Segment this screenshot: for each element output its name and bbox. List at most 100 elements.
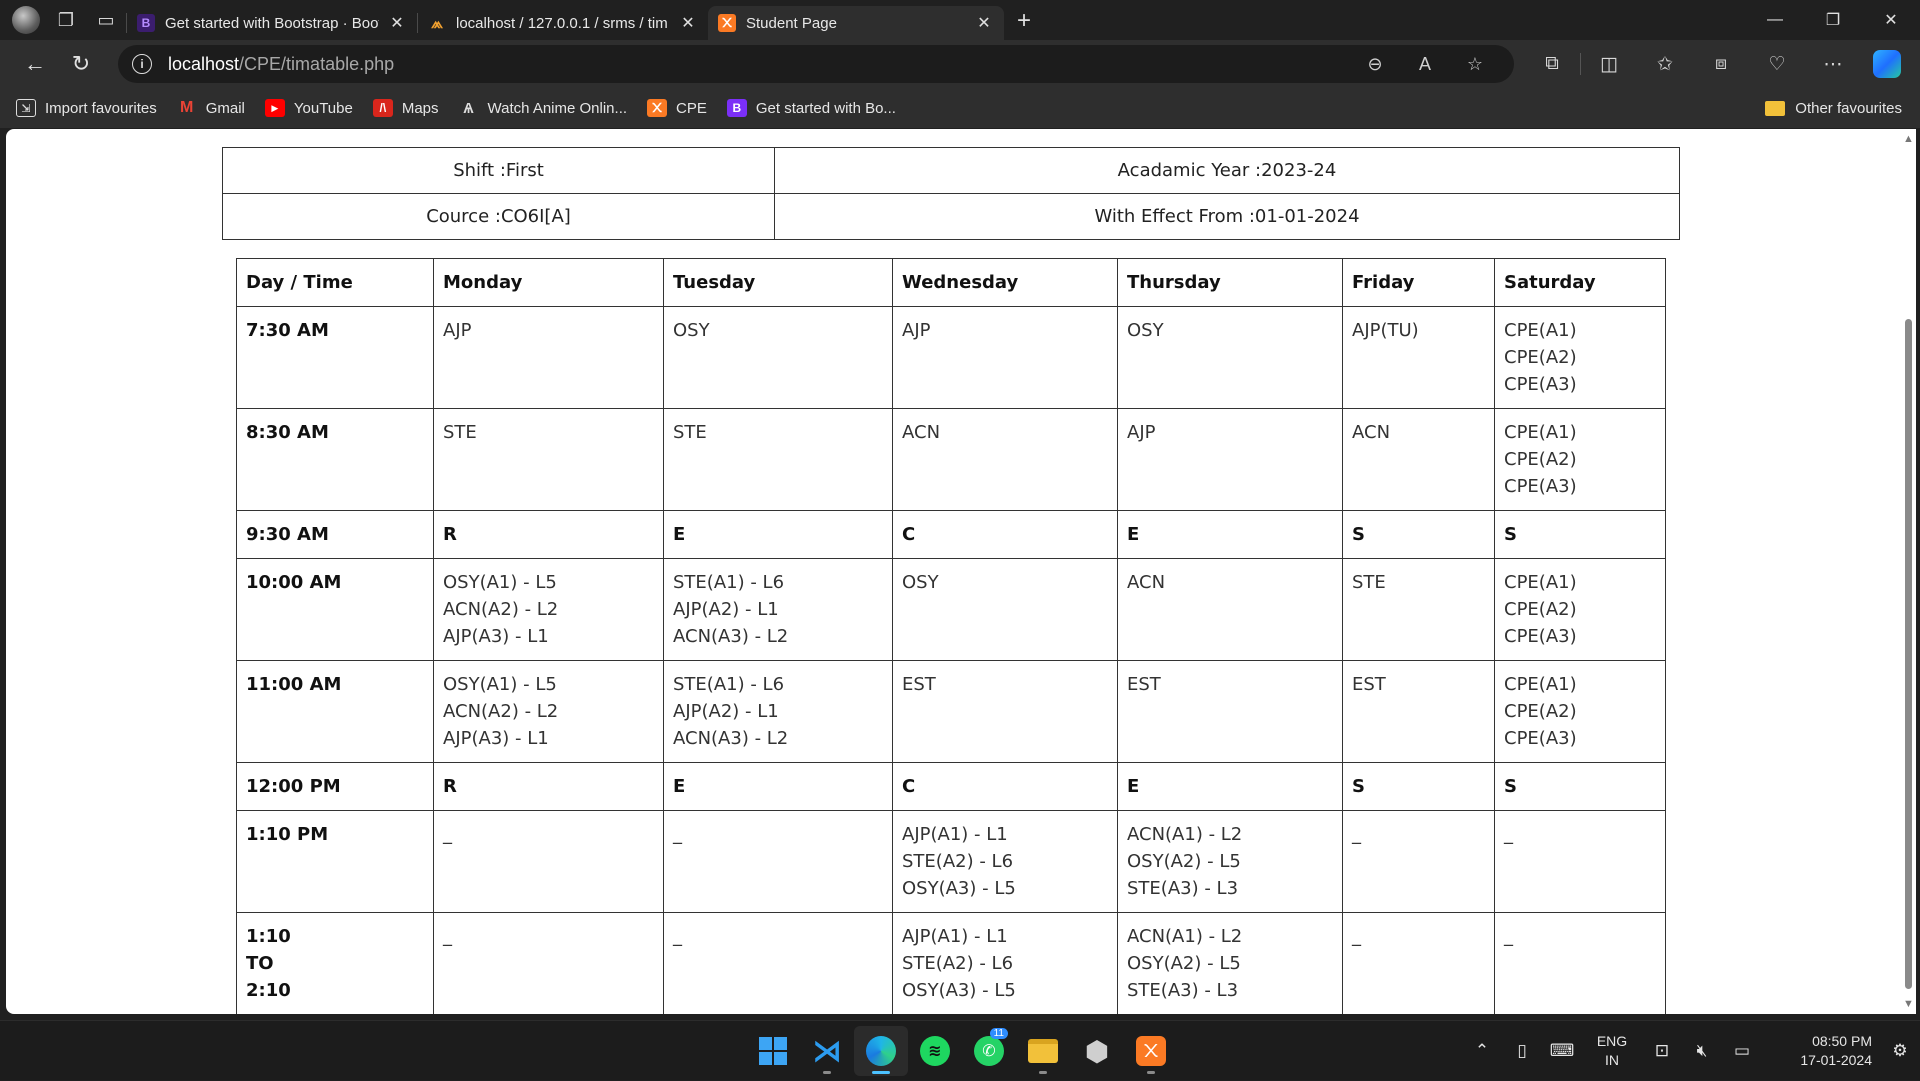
site-info-icon[interactable]: i — [132, 54, 152, 74]
timetable-body: 7:30 AM AJP OSY AJP OSY AJP(TU) CPE(A1) CPE(A2)… — [236, 306, 1666, 1014]
time-label: 2:10 — [246, 980, 291, 1001]
tab-actions-icon[interactable]: ▭ — [86, 0, 126, 40]
cell-wednesday: EST — [892, 660, 1118, 763]
timetable-row: 1:10 PM _ _ AJP(A1) - L1 STE(A2) - L6 OSY(A3)… — [236, 810, 1666, 913]
cell-wednesday: AJP(A1) - L1 STE(A2) - L6 OSY(A3) - L5 — [892, 912, 1118, 1014]
timetable-row: 11:00 AM OSY(A1) - L5 ACN(A2) - L2 AJP(A3) … — [236, 660, 1666, 763]
system-tray: ⌃ ▯ ⌨ ENG IN ⊡ 🔇︎ ▭ 08:50 PM 17-01-2024 ⚙ — [1462, 1021, 1920, 1081]
other-favourites[interactable]: Other favourites — [1765, 88, 1902, 128]
collections-icon[interactable]: ⧈ — [1693, 44, 1749, 84]
close-window-icon[interactable]: ✕ — [1862, 0, 1920, 40]
favourite-bootstrap[interactable]: B Get started with Bo... — [726, 99, 896, 117]
file-explorer-app[interactable] — [1016, 1026, 1070, 1076]
cell-friday: STE — [1342, 558, 1495, 661]
header-wednesday: Wednesday — [892, 258, 1118, 307]
cell-saturday: _ — [1494, 912, 1666, 1014]
extensions-icon[interactable]: ⧉ — [1524, 44, 1580, 84]
tab-bootstrap[interactable]: B Get started with Bootstrap · Boot ✕ — [127, 6, 417, 40]
close-tab-icon[interactable]: ✕ — [678, 13, 698, 33]
time-cell: 1:10 PM — [236, 810, 434, 913]
subject-entry: _ — [443, 824, 452, 845]
subject-entry: STE(A2) - L6 — [902, 851, 1014, 872]
usb-icon[interactable]: ▯ — [1502, 1041, 1542, 1061]
copilot-icon[interactable] — [1873, 50, 1901, 78]
cell-wednesday: AJP(A1) - L1 STE(A2) - L6 OSY(A3) - L5 — [892, 810, 1118, 913]
header-thursday: Thursday — [1117, 258, 1343, 307]
start-button[interactable] — [746, 1026, 800, 1076]
close-tab-icon[interactable]: ✕ — [387, 13, 407, 33]
subject-entry: OSY(A3) - L5 — [902, 878, 1016, 899]
close-tab-icon[interactable]: ✕ — [974, 13, 994, 33]
profile-avatar[interactable] — [12, 6, 40, 34]
time-cell: 9:30 AM — [236, 510, 434, 559]
subject-entry: STE(A1) - L6 — [673, 674, 785, 695]
subject-entry: E — [1127, 524, 1140, 545]
back-icon[interactable]: ← — [12, 44, 58, 84]
volume-muted-icon[interactable]: 🔇︎ — [1682, 1041, 1722, 1061]
cell-friday: AJP(TU) — [1342, 306, 1495, 409]
favourite-maps[interactable]: /\ Maps — [372, 99, 439, 117]
network-icon[interactable]: ⊡ — [1642, 1041, 1682, 1061]
scrollbar-thumb[interactable] — [1905, 319, 1912, 989]
cell-thursday: E — [1117, 510, 1343, 559]
subject-entry: EST — [1127, 674, 1161, 695]
zoom-icon[interactable]: ⊖ — [1350, 54, 1400, 75]
keyboard-icon[interactable]: ⌨ — [1542, 1041, 1582, 1061]
battery-icon[interactable]: ▭ — [1722, 1041, 1762, 1061]
scroll-down-icon[interactable]: ▼ — [1903, 998, 1914, 1010]
read-aloud-icon[interactable]: A — [1400, 54, 1450, 75]
time-label: 10:00 AM — [246, 572, 342, 593]
notifications-icon[interactable]: ⚙ — [1880, 1041, 1920, 1061]
unity-icon: ⬢ — [1084, 1035, 1110, 1067]
time-label: 12:00 PM — [246, 776, 341, 797]
favourite-youtube[interactable]: ▶ YouTube — [264, 99, 353, 117]
favourite-anime[interactable]: Ѧ Watch Anime Onlin... — [459, 99, 628, 117]
refresh-icon[interactable]: ↻ — [58, 44, 104, 84]
tab-student-page[interactable]: ᙭ Student Page ✕ — [708, 6, 1004, 40]
time-cell: 11:00 AM — [236, 660, 434, 763]
subject-entry: E — [673, 524, 686, 545]
language-indicator[interactable]: ENG IN — [1582, 1032, 1642, 1070]
whatsapp-app[interactable]: ✆ 11 — [962, 1026, 1016, 1076]
subject-entry: _ — [443, 926, 452, 947]
xampp-app[interactable]: ᙭ — [1124, 1026, 1178, 1076]
settings-more-icon[interactable]: ⋯ — [1805, 44, 1861, 84]
favorites-icon[interactable]: ✩ — [1637, 44, 1693, 84]
header-saturday: Saturday — [1494, 258, 1666, 307]
favourite-import[interactable]: ⇲ Import favourites — [16, 99, 157, 117]
chevron-up-icon[interactable]: ⌃ — [1462, 1041, 1502, 1061]
scroll-up-icon[interactable]: ▲ — [1903, 133, 1914, 145]
edge-app[interactable] — [854, 1026, 908, 1076]
workspaces-icon[interactable]: ❐ — [46, 0, 86, 40]
minimize-icon[interactable]: — — [1746, 0, 1804, 40]
spotify-app[interactable]: ≋ — [908, 1026, 962, 1076]
cell-tuesday: OSY — [663, 306, 893, 409]
cell-thursday: ACN(A1) - L2 OSY(A2) - L5 STE(A3) - L3 — [1117, 810, 1343, 913]
browser-essentials-icon[interactable]: ♡ — [1749, 44, 1805, 84]
new-tab-button[interactable]: + — [1004, 7, 1044, 35]
address-bar[interactable]: i localhost/CPE/timatable.php ⊖ A ☆ — [118, 45, 1514, 83]
favorite-star-icon[interactable]: ☆ — [1450, 54, 1500, 75]
time-cell: 8:30 AM — [236, 408, 434, 511]
edge-icon — [866, 1036, 896, 1066]
vscode-app[interactable]: ⋊ — [800, 1026, 854, 1076]
subject-entry: ACN(A2) - L2 — [443, 701, 559, 722]
tab-phpmyadmin[interactable]: ⩕ localhost / 127.0.0.1 / srms / tim ✕ — [418, 6, 708, 40]
timetable-header-row: Day / Time Monday Tuesday Wednesday Thur… — [236, 258, 1666, 307]
subject-entry: AJP(A3) - L1 — [443, 626, 549, 647]
unity-app[interactable]: ⬢ — [1070, 1026, 1124, 1076]
subject-entry: _ — [1504, 824, 1513, 845]
cell-friday: S — [1342, 762, 1495, 811]
favourite-gmail[interactable]: M Gmail — [177, 99, 245, 117]
vertical-scrollbar[interactable]: ▲ ▼ — [1900, 129, 1916, 1014]
subject-entry: CPE(A2) — [1504, 449, 1577, 470]
subject-entry: STE(A3) - L3 — [1127, 980, 1239, 1001]
cell-thursday: AJP — [1117, 408, 1343, 511]
subject-entry: OSY — [902, 572, 939, 593]
subject-entry: CPE(A2) — [1504, 599, 1577, 620]
restore-icon[interactable]: ❐ — [1804, 0, 1862, 40]
favourite-cpe[interactable]: ᙭ CPE — [647, 99, 707, 117]
subject-entry: AJP — [443, 320, 472, 341]
split-screen-icon[interactable]: ◫ — [1581, 44, 1637, 84]
clock[interactable]: 08:50 PM 17-01-2024 — [1762, 1032, 1872, 1070]
